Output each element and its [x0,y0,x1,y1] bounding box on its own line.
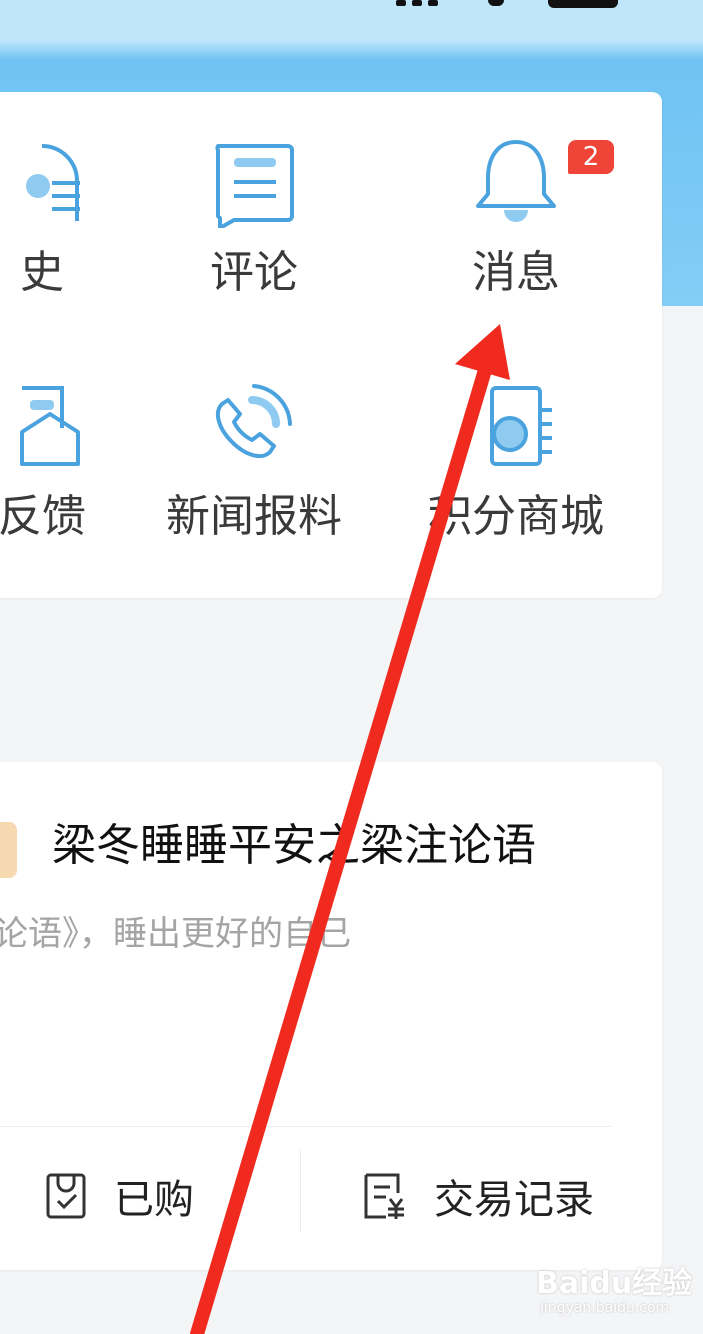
menu-item-history[interactable]: 史 [0,138,142,298]
transactions-label: 交易记录 [434,1177,594,1223]
signal-icon [412,0,422,6]
purchased-icon [46,1173,86,1219]
transactions-button[interactable]: 交易记录 [362,1166,594,1226]
transaction-record-icon [364,1173,404,1219]
menu-item-news-tip[interactable]: 新闻报料 [154,382,354,542]
menu-label: 消息 [472,247,560,298]
product-description: 论语》，睡出更好的自己 [0,914,351,954]
watermark: Baidu经验 jingyan.baidu.com [536,1266,693,1317]
menu-label: 史 [20,247,64,298]
product-thumbnail[interactable] [0,822,17,878]
watermark-logo: Baidu经验 [536,1266,693,1301]
menu-label: 评论 [210,247,298,298]
menu-label: 反馈 [0,491,86,542]
product-title[interactable]: 梁冬睡睡平安之梁注论语 [52,816,536,876]
menu-label: 新闻报料 [166,491,342,542]
purchased-label: 已购 [114,1177,194,1223]
status-bar [0,0,703,40]
bell-icon [476,140,556,222]
watermark-url: jingyan.baidu.com [540,1300,670,1316]
wifi-icon [488,0,504,6]
menu-card: 史 评论 消息 2 反馈 新闻报料 积分商城 [0,92,662,598]
divider [0,1126,612,1127]
menu-item-comments[interactable]: 评论 [154,138,354,298]
menu-item-points-store[interactable]: 积分商城 [416,382,616,542]
menu-label: 积分商城 [428,491,604,542]
comment-icon [215,144,294,228]
store-icon [490,386,552,466]
purchase-card: 梁冬睡睡平安之梁注论语 论语》，睡出更好的自己 已购 交易记录 [0,762,662,1270]
menu-item-messages[interactable]: 消息 2 [416,138,616,298]
menu-item-feedback[interactable]: 反馈 [0,382,142,542]
battery-icon [548,0,618,8]
phone-icon [215,384,292,459]
divider [300,1150,301,1232]
signal-icon [396,0,406,6]
purchased-button[interactable]: 已购 [44,1166,194,1226]
feedback-icon [20,386,80,466]
unread-badge: 2 [568,140,614,174]
history-icon [26,144,80,221]
signal-icon [428,0,438,6]
